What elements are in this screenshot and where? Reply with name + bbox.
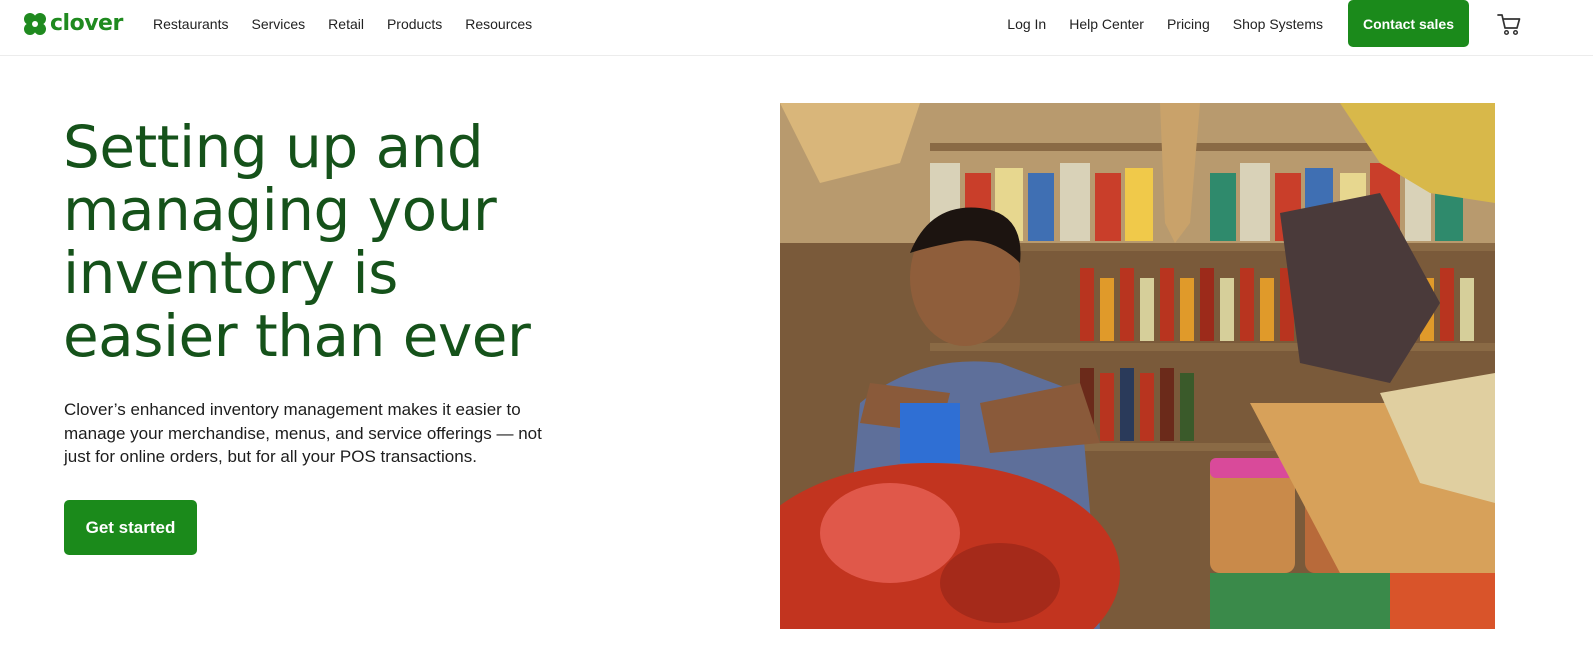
nav-products[interactable]: Products [387,16,442,32]
nav-log-in[interactable]: Log In [1007,16,1046,32]
shopping-cart-icon[interactable] [1496,12,1522,36]
hero-title: Setting up and managing your inventory i… [63,116,583,368]
hero-title-line: easier than ever [63,302,531,370]
nav-services[interactable]: Services [251,16,305,32]
top-navigation: clover Restaurants Services Retail Produ… [0,0,1593,56]
hero-description: Clover’s enhanced inventory management m… [64,400,542,466]
secondary-nav: Log In Help Center Pricing Shop Systems [1007,0,1323,48]
nav-shop-systems[interactable]: Shop Systems [1233,16,1323,32]
nav-resources[interactable]: Resources [465,16,532,32]
hero-title-line: Setting up and [63,113,484,181]
primary-nav: Restaurants Services Retail Products Res… [153,0,532,48]
shopkeeper-photo [780,103,1495,629]
hero-title-line: inventory is [63,239,398,307]
clover-leaf-icon [24,13,46,35]
contact-sales-button[interactable]: Contact sales [1348,0,1469,47]
nav-restaurants[interactable]: Restaurants [153,16,228,32]
brand-name: clover [50,11,123,36]
nav-retail[interactable]: Retail [328,16,364,32]
get-started-button[interactable]: Get started [64,500,197,555]
nav-help-center[interactable]: Help Center [1069,16,1144,32]
hero-title-line: managing your [63,176,497,244]
clover-logo[interactable]: clover [22,10,123,38]
nav-pricing[interactable]: Pricing [1167,16,1210,32]
